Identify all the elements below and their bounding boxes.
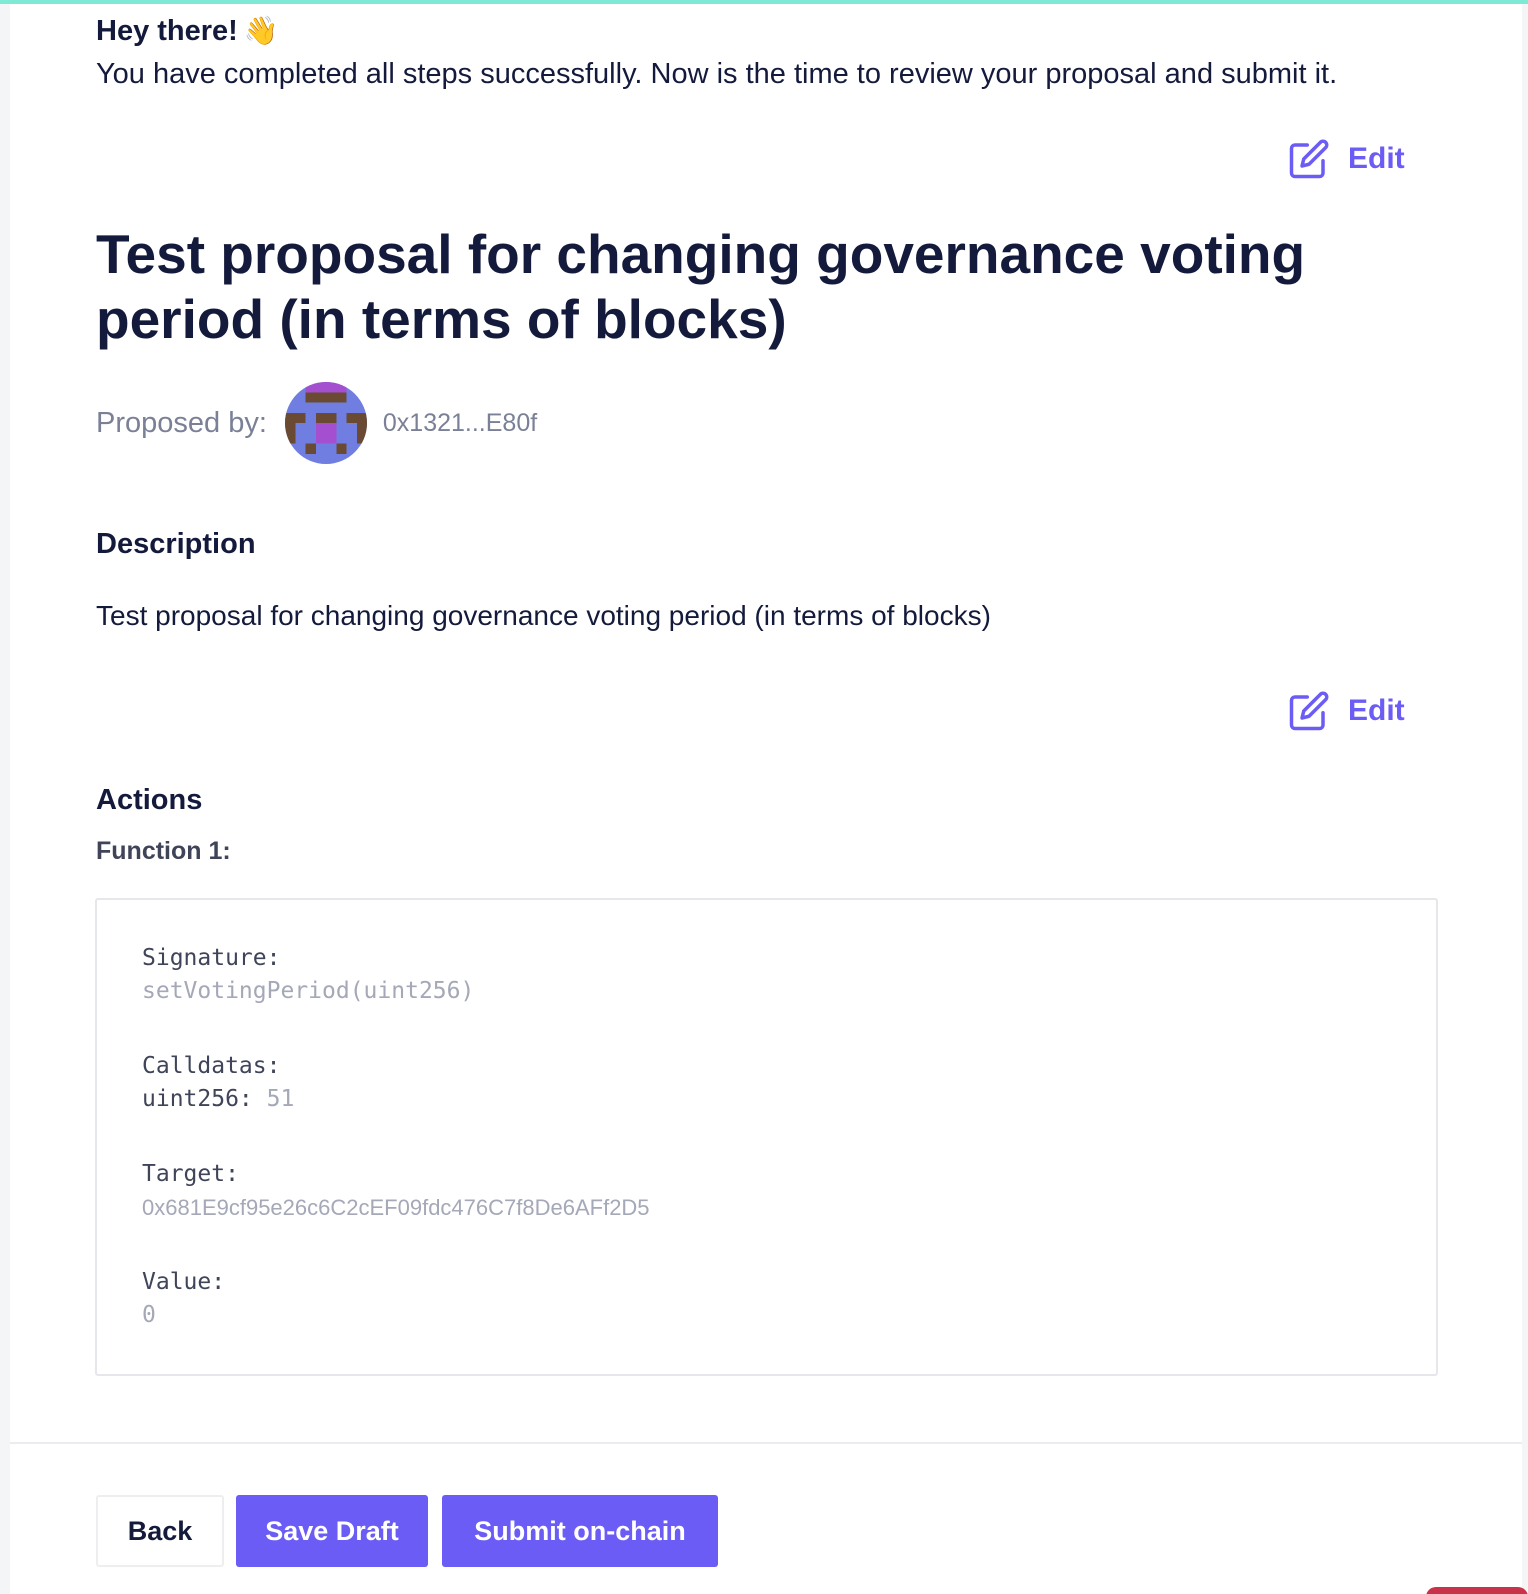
proposal-title: Test proposal for changing governance vo… [96, 223, 1306, 350]
edit-label: Edit [1348, 694, 1405, 727]
actions-heading: Actions [96, 784, 203, 816]
value-field: Value: 0 [142, 1266, 225, 1332]
greeting-title: Hey there! 👋 [96, 15, 279, 47]
edit-actions-button[interactable]: Edit [1288, 690, 1405, 732]
review-card: Hey there! 👋 You have completed all steps… [10, 4, 1522, 1594]
target-label: Target: [142, 1161, 239, 1187]
submit-on-chain-button[interactable]: Submit on-chain [442, 1495, 718, 1567]
greeting-message: You have completed all steps successfull… [96, 58, 1338, 90]
calldata-type: uint256: [142, 1086, 253, 1112]
function-label: Function 1: [96, 837, 231, 865]
calldata-value: 51 [266, 1086, 295, 1112]
edit-icon [1289, 139, 1329, 179]
action-details-box: Signature: setVotingPeriod(uint256) Call… [95, 898, 1438, 1376]
footer-divider [10, 1442, 1522, 1444]
edit-label: Edit [1348, 142, 1405, 175]
save-draft-button[interactable]: Save Draft [236, 1495, 428, 1567]
proposer-row: Proposed by: 0x1321...E80f [96, 382, 537, 464]
description-text: Test proposal for changing governance vo… [96, 600, 991, 631]
proposed-by-label: Proposed by: [96, 406, 267, 439]
target-field: Target: 0x681E9cf95e26c6C2cEF09fdc476C7f… [142, 1158, 650, 1224]
calldatas-field: Calldatas: uint256: 51 [142, 1050, 294, 1116]
value-amount: 0 [142, 1302, 156, 1328]
edit-title-button[interactable]: Edit [1288, 138, 1405, 180]
target-address: 0x681E9cf95e26c6C2cEF09fdc476C7f8De6AFf2… [142, 1195, 650, 1220]
edit-icon [1289, 691, 1329, 731]
signature-value: setVotingPeriod(uint256) [142, 978, 475, 1004]
signature-field: Signature: setVotingPeriod(uint256) [142, 942, 474, 1008]
value-label: Value: [142, 1269, 226, 1295]
description-heading: Description [96, 528, 256, 560]
calldatas-label: Calldatas: [142, 1053, 281, 1079]
waving-hand-icon: 👋 [243, 15, 279, 46]
corner-widget-tab[interactable] [1426, 1587, 1528, 1594]
proposer-avatar [284, 382, 367, 464]
back-button[interactable]: Back [96, 1495, 224, 1567]
signature-label: Signature: [142, 945, 281, 971]
proposer-address: 0x1321...E80f [382, 408, 538, 437]
